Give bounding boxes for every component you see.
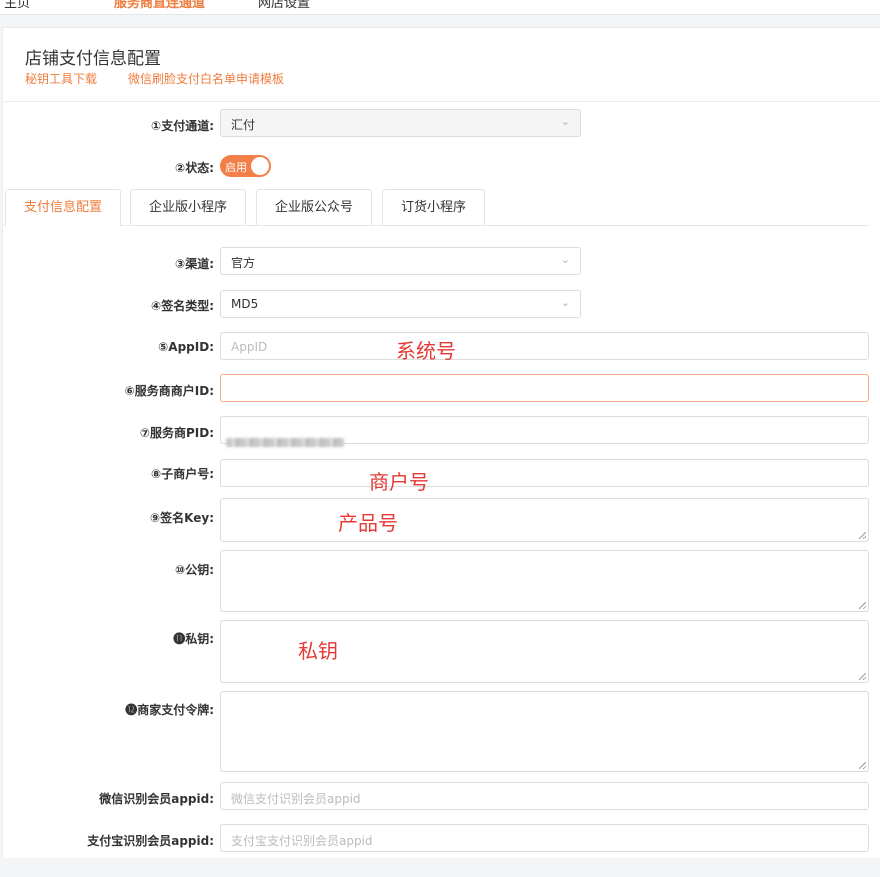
status-label: ②状态: [175, 161, 214, 175]
channel-select[interactable]: 汇付 ⌄ [220, 109, 581, 137]
whitelist-template-link[interactable]: 微信刷脸支付白名单申请模板 [128, 70, 284, 87]
public-key-label: ⑩公钥: [175, 563, 214, 577]
tab-enterprise-miniprogram[interactable]: 企业版小程序 [130, 189, 246, 225]
resize-handle-icon[interactable] [859, 532, 866, 539]
chevron-down-icon: ⌄ [560, 296, 570, 309]
nav-item-home[interactable]: 主页 [4, 0, 30, 11]
channel-select-value: 汇付 [231, 118, 256, 132]
status-toggle-text: 启用 [225, 161, 247, 174]
ali-member-appid-placeholder: 支付宝支付识别会员appid [231, 834, 373, 848]
card-header: 店铺支付信息配置 秘钥工具下载 微信刷脸支付白名单申请模板 [3, 28, 880, 102]
appid-label: ⑤AppID: [158, 340, 214, 354]
wx-member-appid-label: 微信识别会员appid: [99, 792, 214, 806]
nav-item-store-settings[interactable]: 网店设置 [258, 0, 310, 11]
tab-order-miniprogram[interactable]: 订货小程序 [382, 189, 485, 225]
sign-type-label: ④签名类型: [151, 299, 214, 313]
annotation-system-number: 系统号 [396, 339, 456, 363]
annotation-product-number: 产品号 [338, 511, 398, 535]
qudao-select[interactable]: 官方 ⌄ [220, 247, 581, 275]
tab-payment-info[interactable]: 支付信息配置 [5, 189, 121, 226]
appid-input[interactable]: AppID [220, 332, 869, 360]
merchant-token-label: ⓬商家支付令牌: [125, 703, 214, 717]
chevron-down-icon: ⌄ [560, 253, 570, 266]
resize-handle-icon[interactable] [859, 602, 866, 609]
qudao-label: ③渠道: [175, 257, 214, 271]
status-toggle[interactable]: 启用 [220, 155, 271, 177]
redacted-sub-mchid-value [226, 438, 344, 447]
resize-handle-icon[interactable] [859, 762, 866, 769]
top-navigation: 主页 服务商直连通道 网店设置 [0, 0, 880, 15]
public-key-textarea[interactable] [220, 550, 869, 612]
sign-type-select-value: MD5 [231, 297, 259, 311]
chevron-down-icon: ⌄ [560, 115, 570, 128]
annotation-merchant-number: 商户号 [369, 470, 429, 494]
sp-mchid-label: ⑥服务商商户ID: [124, 384, 214, 398]
config-tabs: 支付信息配置 企业版小程序 企业版公众号 订货小程序 [3, 189, 869, 226]
sp-mchid-input[interactable] [220, 374, 869, 402]
payment-config-card: 店铺支付信息配置 秘钥工具下载 微信刷脸支付白名单申请模板 ①支付通道: 汇付 … [2, 27, 880, 858]
toggle-knob [251, 157, 269, 175]
sign-key-textarea[interactable] [220, 498, 869, 542]
merchant-token-textarea[interactable] [220, 691, 869, 772]
sp-pid-label: ⑦服务商PID: [139, 426, 214, 440]
sign-type-select[interactable]: MD5 ⌄ [220, 290, 581, 318]
sub-mchid-label: ⑧子商户号: [151, 467, 214, 481]
annotation-private-key: 私钥 [298, 639, 338, 663]
sub-mchid-input[interactable] [220, 459, 869, 487]
channel-label: ①支付通道: [151, 119, 214, 133]
qudao-select-value: 官方 [231, 256, 256, 270]
nav-item-direct-channel[interactable]: 服务商直连通道 [114, 0, 205, 11]
wx-member-appid-input[interactable]: 微信支付识别会员appid [220, 782, 869, 810]
resize-handle-icon[interactable] [859, 673, 866, 680]
sign-key-label: ⑨签名Key: [149, 511, 214, 525]
tab-enterprise-official-account[interactable]: 企业版公众号 [256, 189, 372, 225]
private-key-label: ⓫私钥: [173, 632, 214, 646]
ali-member-appid-label: 支付宝识别会员appid: [87, 834, 214, 848]
wx-member-appid-placeholder: 微信支付识别会员appid [231, 792, 361, 806]
appid-placeholder: AppID [231, 340, 268, 354]
key-tool-download-link[interactable]: 秘钥工具下载 [25, 70, 97, 87]
page-title: 店铺支付信息配置 [25, 49, 161, 69]
ali-member-appid-input[interactable]: 支付宝支付识别会员appid [220, 824, 869, 852]
